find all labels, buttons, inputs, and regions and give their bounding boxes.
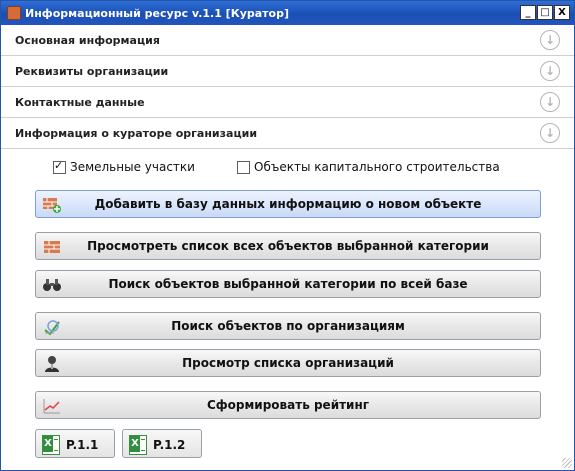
view-category-list-label: Просмотреть список всех объектов выбранн… [87,239,489,253]
report-p11-button[interactable]: P.1.1 [35,429,115,458]
search-by-org-button[interactable]: Поиск объектов по организациям [35,312,541,340]
section-main-info[interactable]: Основная информация ↓ [1,25,574,56]
search-all-base-label: Поиск объектов выбранной категории по вс… [108,277,468,291]
category-checkboxes: Земельные участки Объекты капитального с… [51,159,531,176]
build-rating-button[interactable]: Сформировать рейтинг [35,391,541,419]
land-checkbox-box[interactable] [53,159,66,174]
section-label: Контактные данные [15,95,145,109]
capital-checkbox[interactable]: Объекты капитального строительства [237,160,500,174]
section-label: Информация о кураторе организации [15,126,258,140]
minimize-button[interactable]: _ [520,5,536,20]
app-icon [7,6,21,20]
view-category-list-button[interactable]: Просмотреть список всех объектов выбранн… [35,232,541,260]
expand-icon[interactable]: ↓ [540,92,560,112]
close-button[interactable]: X [554,5,570,20]
excel-icon [129,435,147,455]
section-label: Основная информация [15,33,160,47]
maximize-button[interactable]: □ [537,5,553,20]
resize-grip[interactable] [562,458,572,468]
section-curator-info[interactable]: Информация о кураторе организации ↓ [1,118,574,149]
view-org-list-label: Просмотр списка организаций [182,356,394,370]
expand-icon[interactable]: ↓ [540,30,560,50]
search-all-base-button[interactable]: Поиск объектов выбранной категории по вс… [35,270,541,298]
excel-icon [42,435,60,455]
section-label: Реквизиты организации [15,64,169,78]
land-checkbox-label: Земельные участки [70,160,195,174]
report-p12-label: P.1.2 [153,438,186,452]
section-contacts[interactable]: Контактные данные ↓ [1,87,574,118]
search-by-org-label: Поиск объектов по организациям [171,319,405,333]
title-bar[interactable]: Информационный ресурс v.1.1 [Куратор] _ … [1,1,574,25]
add-object-button[interactable]: Добавить в базу данных информацию о ново… [35,190,541,218]
report-p12-button[interactable]: P.1.2 [122,429,202,458]
capital-checkbox-box[interactable] [237,160,250,174]
add-object-label: Добавить в базу данных информацию о ново… [94,197,482,211]
report-p11-label: P.1.1 [66,438,99,452]
section-requisites[interactable]: Реквизиты организации ↓ [1,56,574,87]
view-org-list-button[interactable]: Просмотр списка организаций [35,349,541,377]
window-controls: _ □ X [520,5,570,20]
capital-checkbox-label: Объекты капитального строительства [254,160,500,174]
app-window: Информационный ресурс v.1.1 [Куратор] _ … [0,0,575,471]
expand-icon[interactable]: ↓ [540,123,560,143]
land-checkbox[interactable]: Земельные участки [53,159,195,174]
build-rating-label: Сформировать рейтинг [206,398,370,412]
expand-icon[interactable]: ↓ [540,61,560,81]
window-title: Информационный ресурс v.1.1 [Куратор] [25,6,290,20]
